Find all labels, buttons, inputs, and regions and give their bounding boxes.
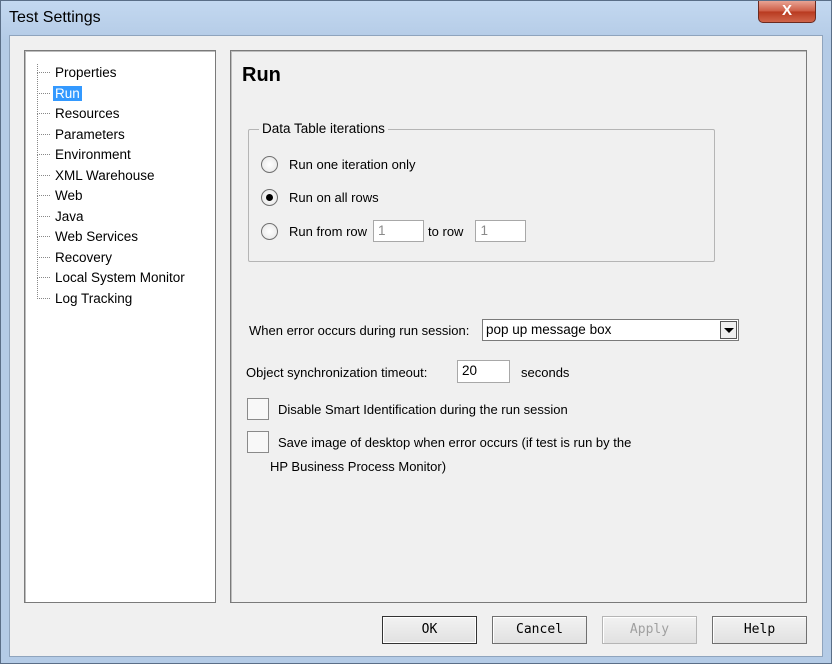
run-from-row-option[interactable]: Run from row 1 to row 1 — [261, 220, 527, 242]
tree-item-web[interactable]: Web — [37, 175, 187, 208]
dialog-client-area: Properties Run Resources Parameters Envi… — [9, 35, 823, 657]
tree-item-local-system-monitor[interactable]: Local System Monitor — [37, 257, 187, 290]
error-behavior-select[interactable]: pop up message box — [482, 319, 739, 341]
tree-item-environment[interactable]: Environment — [37, 134, 187, 167]
tree-item-resources[interactable]: Resources — [37, 93, 187, 126]
disable-smart-id-label: Disable Smart Identification during the … — [278, 402, 568, 417]
tree-item-log-tracking[interactable]: Log Tracking — [37, 277, 187, 311]
run-all-rows-option[interactable]: Run on all rows — [261, 187, 379, 207]
sync-timeout-unit: seconds — [521, 365, 570, 380]
tree-item-label: Parameters — [55, 126, 125, 142]
data-table-iterations-group: Data Table iterations Run one iteration … — [248, 121, 715, 262]
run-all-rows-radio[interactable] — [261, 188, 278, 206]
close-button[interactable]: X — [758, 1, 816, 23]
settings-tree-list: Properties Run Resources Parameters Envi… — [37, 64, 187, 310]
tree-item-properties[interactable]: Properties — [37, 64, 187, 85]
tree-item-java[interactable]: Java — [37, 195, 187, 229]
tree-item-label: Log Tracking — [55, 290, 133, 306]
run-from-row-label: Run from row — [289, 223, 368, 239]
run-one-iteration-radio[interactable] — [261, 155, 278, 173]
run-settings-panel: Run Data Table iterations Run one iterat… — [230, 50, 807, 603]
tree-item-parameters[interactable]: Parameters — [37, 113, 187, 147]
chevron-down-icon[interactable] — [720, 321, 737, 339]
sync-timeout-label: Object synchronization timeout: — [246, 365, 428, 380]
run-from-row-radio[interactable] — [261, 222, 278, 240]
tree-item-web-services[interactable]: Web Services — [37, 216, 187, 249]
window-title: Test Settings — [9, 9, 101, 26]
to-row-input[interactable]: 1 — [475, 220, 527, 242]
cancel-button[interactable]: Cancel — [492, 616, 587, 644]
save-image-label-line2: HP Business Process Monitor) — [270, 459, 447, 474]
to-row-label: to row — [428, 223, 464, 239]
tree-item-label: Environment — [55, 147, 131, 162]
tree-item-label: Resources — [55, 106, 120, 121]
run-all-rows-label: Run on all rows — [289, 189, 379, 205]
tree-item-label: Local System Monitor — [55, 270, 185, 285]
test-settings-window: Test Settings X Properties Run Resources… — [0, 0, 832, 664]
tree-item-label: Recovery — [55, 249, 113, 265]
save-image-checkbox[interactable] — [247, 431, 269, 453]
tree-item-label: Web Services — [55, 229, 139, 244]
apply-button[interactable]: Apply — [602, 616, 697, 644]
title-bar: Test Settings X — [1, 1, 831, 35]
tree-item-label: Properties — [55, 65, 117, 80]
from-row-input[interactable]: 1 — [373, 220, 425, 242]
tree-item-xml-warehouse[interactable]: XML Warehouse — [37, 154, 187, 188]
disable-smart-id-checkbox[interactable] — [247, 398, 269, 420]
ok-button[interactable]: OK — [382, 616, 477, 644]
tree-item-label: Web — [55, 188, 83, 203]
group-legend: Data Table iterations — [259, 121, 388, 136]
tree-item-run[interactable]: Run — [37, 72, 187, 106]
page-title: Run — [242, 64, 281, 86]
error-behavior-value: pop up message box — [486, 322, 612, 337]
error-behavior-label: When error occurs during run session: — [249, 323, 470, 338]
run-one-iteration-option[interactable]: Run one iteration only — [261, 154, 415, 174]
save-image-label-line1: Save image of desktop when error occurs … — [278, 435, 632, 450]
run-one-iteration-label: Run one iteration only — [289, 156, 416, 172]
tree-item-recovery[interactable]: Recovery — [37, 236, 187, 270]
sync-timeout-input[interactable]: 20 — [457, 360, 510, 383]
tree-item-label: Run — [53, 85, 82, 101]
settings-tree: Properties Run Resources Parameters Envi… — [24, 50, 216, 603]
help-button[interactable]: Help — [712, 616, 807, 644]
tree-item-label: XML Warehouse — [55, 167, 155, 183]
tree-item-label: Java — [55, 208, 84, 224]
